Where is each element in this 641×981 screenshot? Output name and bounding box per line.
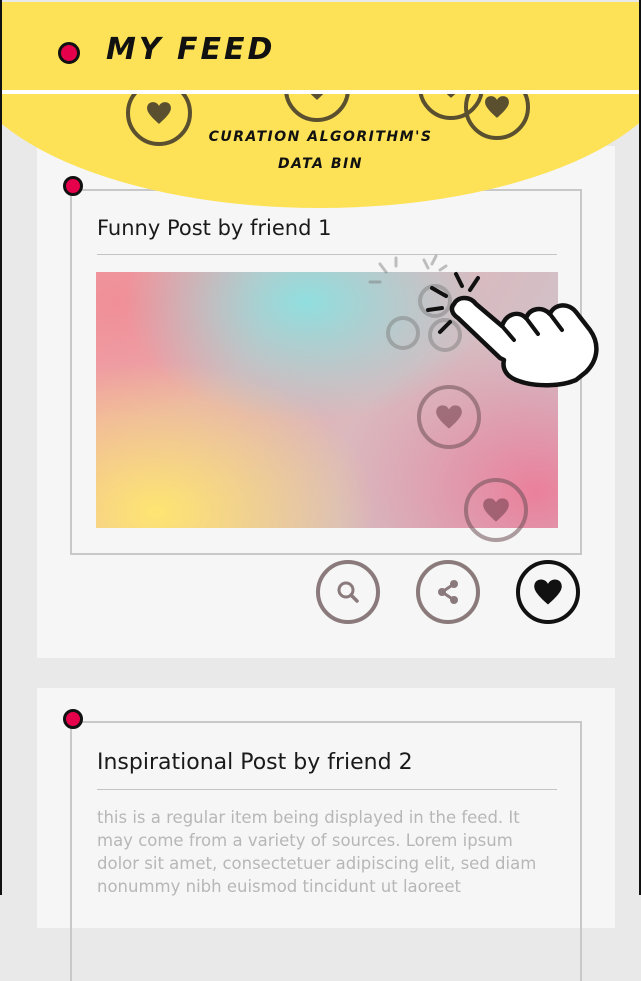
bin-label-line1: CURATION ALGORITHM'S xyxy=(208,129,433,145)
divider xyxy=(97,789,557,790)
pointing-hand-icon xyxy=(426,272,599,388)
bin-label: CURATION ALGORITHM'S DATA BIN xyxy=(0,124,641,178)
app-header: MY FEED xyxy=(2,2,639,94)
curation-data-bin: CURATION ALGORITHM'S DATA BIN xyxy=(0,92,641,212)
floating-heart-icon xyxy=(464,478,528,542)
search-button[interactable] xyxy=(316,560,380,624)
bin-label-line2: DATA BIN xyxy=(278,156,363,172)
search-icon xyxy=(337,581,359,603)
page-title: MY FEED xyxy=(106,32,276,67)
heart-icon xyxy=(534,579,562,605)
floating-heart-icon xyxy=(417,385,481,449)
post-body: this is a regular item being displayed i… xyxy=(97,808,537,896)
like-button[interactable] xyxy=(516,560,580,624)
post-card: Inspirational Post by friend 2 this is a… xyxy=(37,688,615,981)
post-title: Funny Post by friend 1 xyxy=(97,216,332,240)
timeline-dot xyxy=(63,709,83,729)
share-icon xyxy=(438,580,458,604)
post-title: Inspirational Post by friend 2 xyxy=(97,750,413,775)
ghost-circle xyxy=(386,316,420,350)
header-dot xyxy=(58,42,80,64)
share-button[interactable] xyxy=(416,560,480,624)
post-card: Funny Post by friend 1 xyxy=(37,146,615,658)
divider xyxy=(97,254,557,255)
